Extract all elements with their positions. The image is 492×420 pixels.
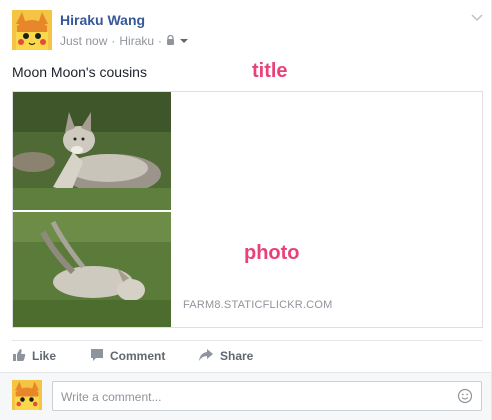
link-attachment[interactable]: FARM8.STATICFLICKR.COM <box>12 91 483 328</box>
photo-annotation: photo <box>244 242 300 264</box>
author-name-link[interactable]: Hiraku Wang <box>60 12 145 28</box>
post-card: Hiraku Wang Just now · Hiraku · Moon Moo… <box>0 0 492 420</box>
actions-divider <box>12 340 482 341</box>
smiley-icon[interactable] <box>457 388 473 404</box>
like-button[interactable]: Like <box>12 346 56 366</box>
audience-label: Hiraku <box>119 34 155 48</box>
title-annotation: title <box>252 60 288 82</box>
author-avatar[interactable] <box>12 10 52 50</box>
share-label: Share <box>220 349 254 363</box>
speech-bubble-icon <box>90 348 104 365</box>
chevron-down-icon[interactable] <box>469 10 485 26</box>
post-meta: Just now · Hiraku · <box>60 34 189 48</box>
attachment-photo[interactable] <box>13 92 171 327</box>
share-arrow-icon <box>198 348 214 365</box>
share-button[interactable]: Share <box>198 346 253 366</box>
wolf-photo-bottom <box>13 212 171 327</box>
meta-separator: · <box>158 34 163 48</box>
wolf-photo-top <box>13 92 171 210</box>
thumbs-up-icon <box>12 348 26 365</box>
like-label: Like <box>32 349 57 363</box>
comment-label: Comment <box>110 349 166 363</box>
meta-separator: · <box>111 34 116 48</box>
timestamp[interactable]: Just now <box>60 34 107 48</box>
comment-button[interactable]: Comment <box>90 346 165 366</box>
post-text: Moon Moon's cousins <box>12 64 147 80</box>
caret-down-icon[interactable] <box>179 34 189 48</box>
link-source-domain: FARM8.STATICFLICKR.COM <box>183 299 333 311</box>
comment-input[interactable]: Write a comment... <box>52 381 482 411</box>
lock-icon <box>166 34 175 48</box>
commenter-avatar <box>12 380 42 410</box>
